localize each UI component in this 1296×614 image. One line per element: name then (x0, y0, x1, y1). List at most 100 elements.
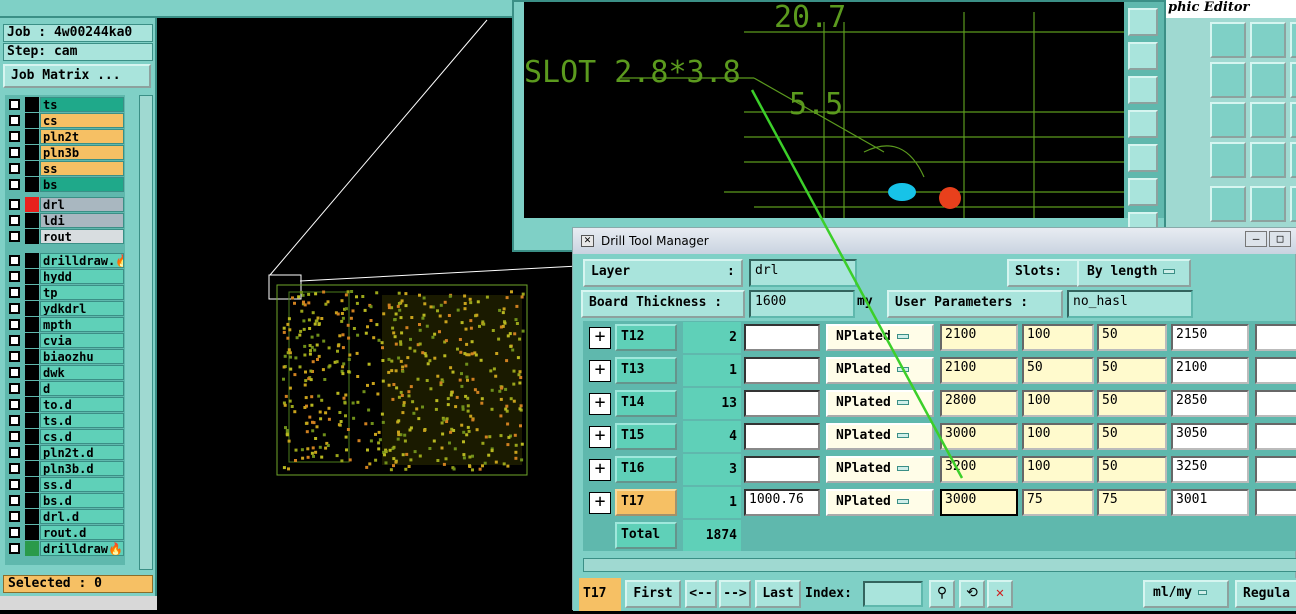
tool-value-cell[interactable]: 2100 (940, 324, 1018, 351)
layer-name[interactable]: d (40, 381, 124, 396)
zoom-canvas[interactable]: 20.7 SLOT 2.8*3.8 5.5 (524, 0, 1124, 218)
layer-name[interactable]: rout.d (40, 525, 124, 540)
tool-button[interactable]: T15 (615, 423, 677, 450)
layer-checkbox[interactable] (9, 287, 20, 298)
layer-name[interactable]: ss.d (40, 477, 124, 492)
layer-checkbox[interactable] (9, 115, 20, 126)
layer-row[interactable]: pln3b (5, 145, 125, 160)
layer-checkbox[interactable] (9, 231, 20, 242)
layer-row[interactable]: ts (5, 97, 125, 112)
tool-extra-cell[interactable] (1255, 357, 1296, 384)
tool-extra-cell[interactable] (1255, 456, 1296, 483)
layer-row[interactable]: ss.d (5, 477, 125, 492)
layer-row[interactable]: cs.d (5, 429, 125, 444)
last-button[interactable]: Last (755, 580, 801, 608)
tool-value-cell[interactable]: 50 (1097, 357, 1167, 384)
layer-row[interactable]: bs.d (5, 493, 125, 508)
zoom-tool-button[interactable] (1128, 42, 1158, 70)
layer-name[interactable]: ydkdrl (40, 301, 124, 316)
layer-name[interactable]: drl.d (40, 509, 124, 524)
layer-checkbox[interactable] (9, 479, 20, 490)
refresh-icon[interactable]: ⟲ (959, 580, 985, 608)
editor-tool-button[interactable] (1250, 142, 1286, 178)
layer-name[interactable]: tp (40, 285, 124, 300)
editor-tool-button[interactable] (1250, 186, 1286, 222)
plating-menu[interactable]: NPlated (826, 423, 934, 450)
layer-checkbox[interactable] (9, 255, 20, 266)
layer-row[interactable]: ydkdrl (5, 301, 125, 316)
plating-menu[interactable]: NPlated (826, 357, 934, 384)
plating-menu[interactable]: NPlated (826, 390, 934, 417)
tool-value-cell[interactable]: 75 (1097, 489, 1167, 516)
expand-icon[interactable]: + (589, 492, 611, 514)
tool-extra-cell[interactable] (1255, 423, 1296, 450)
layer-row[interactable]: pln2t (5, 129, 125, 144)
expand-icon[interactable]: + (589, 327, 611, 349)
layer-checkbox[interactable] (9, 163, 20, 174)
tool-value-cell[interactable]: 2100 (940, 357, 1018, 384)
board-thickness-field[interactable]: 1600 (749, 290, 855, 318)
layer-name[interactable]: bs (40, 177, 124, 192)
layer-name[interactable]: pln3b.d (40, 461, 124, 476)
editor-tool-button[interactable] (1210, 186, 1246, 222)
layer-list-scrollbar[interactable] (139, 95, 153, 570)
layer-checkbox[interactable] (9, 179, 20, 190)
layer-row[interactable]: rout (5, 229, 125, 244)
editor-tool-button[interactable] (1290, 102, 1296, 138)
tool-value-cell[interactable]: 3200 (940, 456, 1018, 483)
tool-button[interactable]: T13 (615, 357, 677, 384)
tool-field[interactable] (744, 324, 820, 351)
tool-value-cell[interactable]: 50 (1097, 390, 1167, 417)
layer-row[interactable]: to.d (5, 397, 125, 412)
editor-tool-button[interactable] (1290, 186, 1296, 222)
layer-checkbox[interactable] (9, 215, 20, 226)
tool-extra-cell[interactable] (1255, 324, 1296, 351)
tool-field[interactable] (744, 423, 820, 450)
layer-name[interactable]: rout (40, 229, 124, 244)
tool-value-cell[interactable]: 100 (1022, 390, 1094, 417)
layer-checkbox[interactable] (9, 131, 20, 142)
layer-row[interactable]: biaozhu (5, 349, 125, 364)
tool-value-cell[interactable]: 3001 (1171, 489, 1249, 516)
tool-value-cell[interactable]: 2850 (1171, 390, 1249, 417)
layer-checkbox[interactable] (9, 463, 20, 474)
tool-button[interactable]: T17 (615, 489, 677, 516)
layer-name[interactable]: hydd (40, 269, 124, 284)
tool-value-cell[interactable]: 100 (1022, 456, 1094, 483)
tool-value-cell[interactable]: 100 (1022, 423, 1094, 450)
layer-checkbox[interactable] (9, 543, 20, 554)
layer-checkbox[interactable] (9, 511, 20, 522)
tool-field[interactable] (744, 390, 820, 417)
layer-checkbox[interactable] (9, 495, 20, 506)
delete-icon[interactable]: ✕ (987, 580, 1013, 608)
plating-menu[interactable]: NPlated (826, 456, 934, 483)
editor-tool-button[interactable] (1250, 22, 1286, 58)
tool-value-cell[interactable]: 100 (1022, 324, 1094, 351)
layer-checkbox[interactable] (9, 303, 20, 314)
layer-checkbox[interactable] (9, 199, 20, 210)
layer-checkbox[interactable] (9, 383, 20, 394)
layer-name[interactable]: ss (40, 161, 124, 176)
tool-button[interactable]: T12 (615, 324, 677, 351)
tool-field[interactable] (744, 456, 820, 483)
tool-value-cell[interactable]: 2100 (1171, 357, 1249, 384)
tool-field[interactable] (744, 357, 820, 384)
layer-name[interactable]: ldi (40, 213, 124, 228)
layer-name[interactable]: pln2t (40, 129, 124, 144)
zoom-tool-button[interactable] (1128, 144, 1158, 172)
layer-checkbox[interactable] (9, 431, 20, 442)
next-button[interactable]: --> (719, 580, 751, 608)
slots-menu[interactable]: By length (1077, 259, 1191, 287)
layer-row[interactable]: drl (5, 197, 125, 212)
editor-tool-button[interactable] (1290, 62, 1296, 98)
bulb-icon[interactable]: ⚲ (929, 580, 955, 608)
tool-value-cell[interactable]: 50 (1022, 357, 1094, 384)
layer-checkbox[interactable] (9, 147, 20, 158)
layer-checkbox[interactable] (9, 447, 20, 458)
layer-name[interactable]: drl (40, 197, 124, 212)
editor-tool-button[interactable] (1290, 142, 1296, 178)
layer-name[interactable]: mpth (40, 317, 124, 332)
zoom-tool-button[interactable] (1128, 178, 1158, 206)
tool-value-cell[interactable]: 3000 (940, 489, 1018, 516)
tool-value-cell[interactable]: 2800 (940, 390, 1018, 417)
